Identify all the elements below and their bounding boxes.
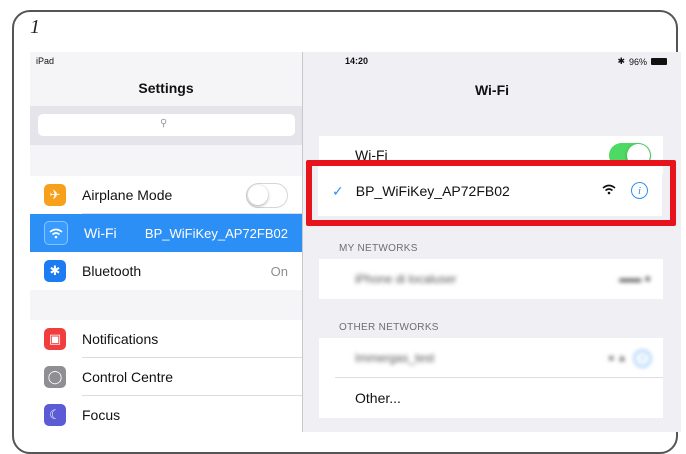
control-centre-icon: ◯ — [44, 366, 66, 388]
wifi-title: Wi-Fi — [474, 82, 510, 98]
battery-percent: 96% — [628, 56, 647, 67]
status-battery-area: ✱ 96% — [617, 56, 667, 67]
lock-wifi-icon: ● ▲ — [608, 352, 627, 364]
my-networks-header: MY NETWORKS — [339, 243, 418, 254]
network-row[interactable]: Immergas_test ● ▲ i — [319, 338, 663, 378]
settings-item-label: Notifications — [82, 331, 159, 347]
highlight-box — [306, 160, 676, 226]
airplane-mode-toggle[interactable] — [246, 182, 288, 208]
step-number: 1 — [30, 16, 40, 38]
network-name: iPhone di localuser — [355, 272, 457, 286]
settings-item-value: On — [270, 263, 288, 279]
bluetooth-icon: ✱ — [44, 260, 66, 282]
settings-item-label: Airplane Mode — [82, 187, 173, 203]
settings-item-wifi[interactable]: Wi-Fi BP_WiFiKey_AP72FB02 — [30, 214, 302, 252]
settings-item-label: Focus — [82, 407, 121, 423]
other-network-row[interactable]: Other... — [319, 378, 663, 418]
settings-item-notifications[interactable]: ▣ Notifications — [30, 320, 302, 358]
settings-item-label: Wi-Fi — [84, 225, 117, 241]
settings-pane: iPad Settings ⚲ ✈ Airplane Mode Wi-Fi BP… — [30, 52, 302, 432]
info-icon[interactable]: i — [634, 349, 651, 367]
settings-item-control-centre[interactable]: ◯ Control Centre — [30, 358, 302, 396]
status-device: iPad — [36, 56, 55, 66]
settings-item-bluetooth[interactable]: ✱ Bluetooth On — [30, 252, 302, 290]
ipad-screen: iPad Settings ⚲ ✈ Airplane Mode Wi-Fi BP… — [30, 52, 681, 432]
settings-item-airplane-mode[interactable]: ✈ Airplane Mode — [30, 176, 302, 214]
my-networks-card: iPhone di localuser ▬▬ ● — [319, 259, 663, 299]
wifi-pane: 14:20 ✱ 96% Wi-Fi Wi-Fi MY NETWORKS iPho… — [303, 52, 681, 432]
settings-title: Settings — [138, 80, 194, 96]
search-input[interactable]: ⚲ — [38, 114, 295, 136]
wifi-icon — [44, 221, 68, 245]
battery-icon — [651, 58, 667, 65]
moon-icon: ☾ — [44, 404, 66, 426]
search-icon: ⚲ — [160, 118, 168, 129]
other-network-label: Other... — [355, 390, 401, 406]
status-time: 14:20 — [345, 56, 369, 66]
settings-item-label: Bluetooth — [82, 263, 142, 279]
settings-item-focus[interactable]: ☾ Focus — [30, 396, 302, 432]
settings-group-system: ▣ Notifications ◯ Control Centre ☾ Focus — [30, 320, 302, 432]
settings-item-value: BP_WiFiKey_AP72FB02 — [144, 225, 288, 241]
settings-group-connectivity: ✈ Airplane Mode Wi-Fi BP_WiFiKey_AP72FB0… — [30, 176, 302, 290]
hotspot-signal-icon: ▬▬ ● — [619, 273, 651, 285]
other-networks-header: OTHER NETWORKS — [339, 322, 439, 333]
settings-item-label: Control Centre — [82, 369, 174, 385]
bluetooth-status-icon: ✱ — [617, 56, 625, 66]
notifications-icon: ▣ — [44, 328, 66, 350]
other-networks-card: Immergas_test ● ▲ i Other... — [319, 338, 663, 418]
network-name: Immergas_test — [355, 351, 435, 365]
network-row[interactable]: iPhone di localuser ▬▬ ● — [319, 259, 663, 299]
airplane-icon: ✈ — [44, 184, 66, 206]
